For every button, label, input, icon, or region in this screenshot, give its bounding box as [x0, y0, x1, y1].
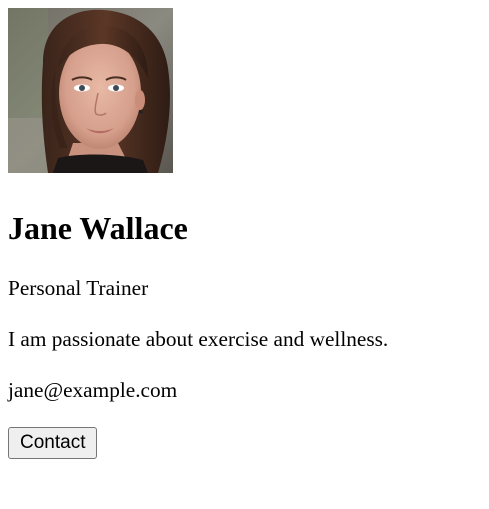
- avatar-image-icon: [8, 8, 173, 173]
- profile-name: Jane Wallace: [8, 210, 188, 246]
- profile-title: Personal Trainer: [8, 276, 149, 300]
- profile-photo: [8, 8, 173, 173]
- profile-page: Jane Wallace Personal Trainer I am passi…: [0, 0, 489, 509]
- profile-bio: I am passionate about exercise and welln…: [8, 327, 389, 351]
- contact-button[interactable]: Contact: [8, 427, 98, 459]
- profile-email: jane@example.com: [8, 378, 178, 402]
